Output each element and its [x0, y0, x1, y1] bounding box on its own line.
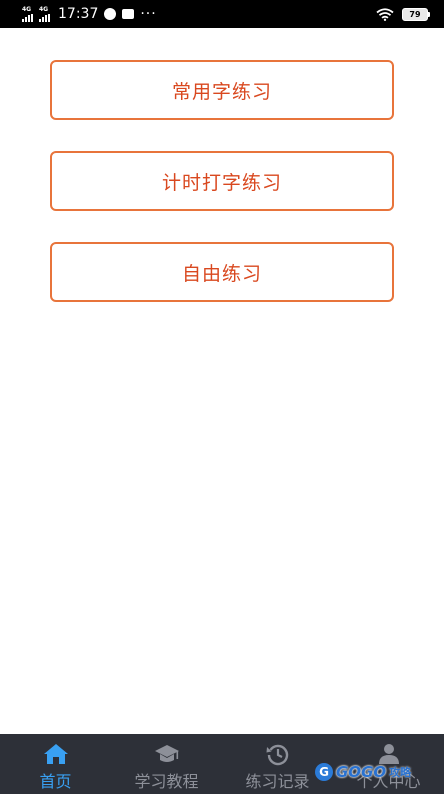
network-type-2: 4G — [39, 5, 49, 13]
tab-home-label: 首页 — [39, 772, 72, 791]
notification-check-icon — [104, 8, 117, 20]
wifi-icon — [376, 7, 394, 21]
watermark-g-icon: G — [315, 763, 333, 781]
watermark-text: GOGO — [336, 763, 387, 781]
tab-tutorials-label: 学习教程 — [134, 772, 199, 791]
home-icon — [43, 744, 68, 764]
history-icon — [266, 744, 288, 766]
status-left: 4G 4G 17:37 ··· — [22, 6, 157, 22]
timed-typing-practice-button[interactable]: 计时打字练习 — [50, 151, 394, 211]
tab-practice-records-label: 练习记录 — [245, 772, 310, 791]
status-bar: 4G 4G 17:37 ··· 79 — [0, 0, 444, 28]
more-notifications-icon: ··· — [140, 6, 157, 22]
tab-home[interactable]: 首页 — [0, 734, 111, 794]
network-type-1: 4G — [22, 5, 32, 13]
free-practice-button[interactable]: 自由练习 — [50, 242, 394, 302]
watermark-subtext: 攻略 — [389, 766, 412, 779]
graduation-cap-icon — [154, 745, 179, 762]
common-characters-practice-button[interactable]: 常用字练习 — [50, 60, 394, 120]
signal-icon: 4G — [22, 5, 33, 22]
signal-icon-2: 4G — [39, 5, 50, 22]
battery-icon: 79 — [402, 7, 430, 21]
mail-icon — [122, 9, 135, 19]
tab-tutorials[interactable]: 学习教程 — [111, 734, 222, 794]
status-time: 17:37 — [58, 6, 99, 22]
main-content: 常用字练习 计时打字练习 自由练习 — [0, 28, 444, 734]
watermark-logo: G GOGO 攻略 — [315, 761, 411, 783]
status-right: 79 — [376, 7, 430, 21]
